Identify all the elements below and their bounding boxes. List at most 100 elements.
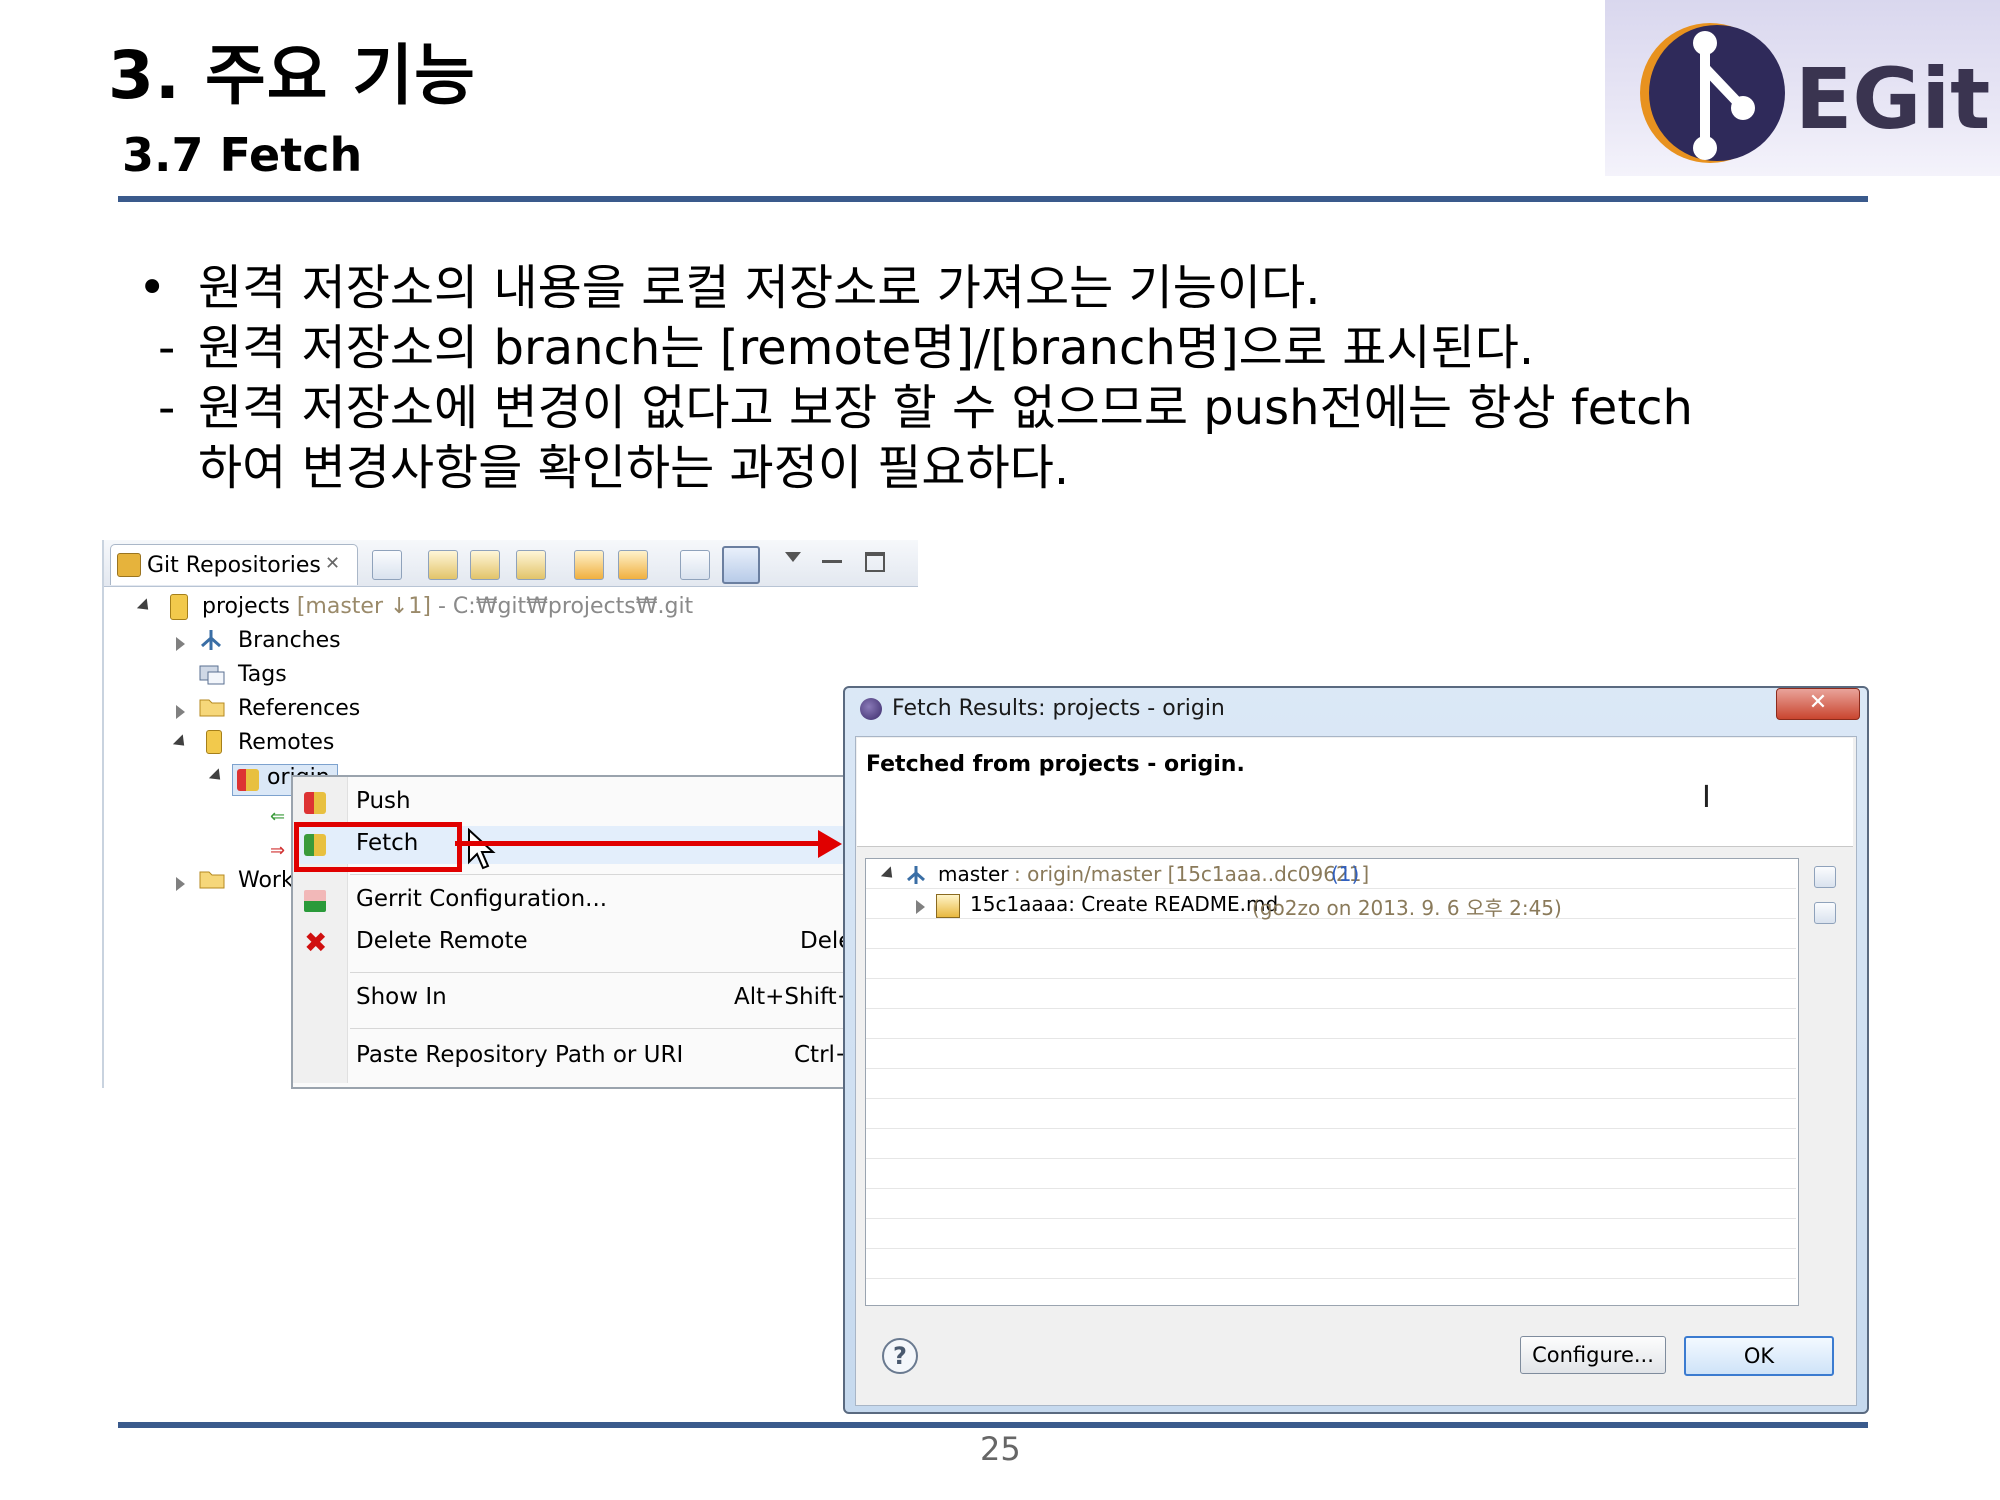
mouse-cursor-icon	[468, 828, 496, 870]
git-repositories-icon	[117, 553, 141, 577]
slide-title: 3. 주요 기능	[108, 37, 476, 114]
branch-icon	[907, 866, 925, 884]
hierarchical-layout-icon[interactable]	[680, 550, 710, 580]
fetch-results-tree[interactable]	[865, 858, 1799, 1306]
repo-branch: [master ↓1]	[296, 594, 431, 619]
expand-commit-icon[interactable]	[916, 900, 925, 914]
menu-separator	[350, 874, 848, 875]
annotation-arrow-line	[455, 841, 825, 846]
repo-name: projects	[202, 594, 290, 619]
minimize-icon[interactable]	[822, 560, 842, 563]
dialog-close-button[interactable]: ✕	[1776, 688, 1860, 720]
push-icon	[304, 792, 326, 814]
expand-all-icon[interactable]	[1814, 902, 1836, 924]
fetch-highlight-box	[294, 822, 462, 872]
tags-icon	[198, 662, 226, 686]
fetch-spec-icon: ⇐	[270, 806, 286, 827]
sub-bullet-2-line-1: 원격 저장소에 변경이 없다고 보장 할 수 없으므로 push전에는 항상 f…	[198, 380, 1693, 436]
menu-item-delete-remote[interactable]: ✖ Delete Remote Dele	[296, 926, 852, 962]
row-divider	[866, 978, 1796, 979]
row-divider	[866, 1158, 1796, 1159]
tree-row-commit[interactable]: 15c1aaaa: Create README.md (go2zo on 201…	[866, 892, 1796, 920]
menu-item-paste-path[interactable]: Paste Repository Path or URI Ctrl+	[296, 1040, 854, 1076]
expand-master-icon[interactable]	[880, 866, 898, 883]
repository-icon	[170, 594, 188, 620]
add-repository-icon[interactable]	[428, 550, 458, 580]
gerrit-label: Gerrit Configuration...	[356, 886, 608, 912]
create-repository-icon[interactable]	[516, 550, 546, 580]
view-menu-icon[interactable]	[785, 552, 801, 562]
master-detail: : origin/master [15c1aaa..dc09621]	[1014, 862, 1370, 886]
repo-path: - C:₩git₩projects₩.git	[438, 594, 694, 619]
row-divider	[866, 948, 1796, 949]
dialog-title: Fetch Results: projects - origin	[892, 696, 1225, 721]
link-with-selection-icon[interactable]	[618, 550, 648, 580]
master-count: (1)	[1331, 862, 1360, 886]
row-divider	[866, 1218, 1796, 1219]
row-divider	[866, 1098, 1796, 1099]
menu-item-gerrit[interactable]: Gerrit Configuration...	[296, 884, 849, 920]
collapse-all-icon[interactable]	[372, 550, 402, 580]
refresh-icon[interactable]	[574, 550, 604, 580]
dash-2: -	[158, 380, 176, 436]
tree-item-references[interactable]: References	[238, 696, 360, 721]
delete-icon: ✖	[304, 926, 328, 959]
folder-icon	[198, 696, 226, 718]
page-number: 25	[980, 1430, 1021, 1468]
maximize-icon[interactable]	[865, 552, 885, 572]
expand-working-icon[interactable]	[176, 877, 185, 891]
tab-close-icon[interactable]: ✕	[325, 553, 340, 574]
tree-row-master[interactable]: master : origin/master [15c1aaa..dc09621…	[866, 862, 1796, 890]
tree-item-remotes[interactable]: Remotes	[238, 730, 334, 755]
eclipse-icon	[860, 698, 882, 720]
tab-git-repositories[interactable]: Git Repositories ✕	[110, 544, 358, 585]
master-label: master	[938, 862, 1009, 886]
tree-item-working-directory[interactable]: Work	[238, 868, 294, 893]
footer-rule	[118, 1422, 1868, 1428]
menu-separator	[350, 1028, 848, 1029]
tree-item-branches[interactable]: Branches	[238, 628, 341, 653]
menu-separator	[350, 972, 848, 973]
bullet-symbol: •	[138, 260, 167, 316]
show-in-label: Show In	[356, 984, 447, 1010]
commit-icon	[936, 894, 960, 918]
row-divider	[866, 1188, 1796, 1189]
row-divider	[866, 1038, 1796, 1039]
commit-detail: (go2zo on 2013. 9. 6 오후 2:45)	[1252, 896, 1562, 920]
header-rule	[118, 196, 1868, 202]
working-folder-icon	[198, 868, 226, 890]
help-icon[interactable]: ?	[882, 1338, 918, 1374]
delete-remote-label: Delete Remote	[356, 928, 528, 954]
dash-1: -	[158, 320, 176, 376]
dialog-message: Fetched from projects - origin.	[866, 752, 1245, 777]
sub-bullet-2-line-2: 하여 변경사항을 확인하는 과정이 필요하다.	[198, 440, 1070, 496]
branches-icon	[198, 628, 224, 652]
configure-button[interactable]: Configure...	[1520, 1336, 1666, 1374]
remotes-icon	[206, 730, 222, 754]
row-divider	[866, 1008, 1796, 1009]
remote-icon	[237, 769, 259, 791]
clone-repository-icon[interactable]	[470, 550, 500, 580]
sub-bullet-1: 원격 저장소의 branch는 [remote명]/[branch명]으로 표시…	[198, 320, 1535, 376]
menu-item-push[interactable]: Push	[296, 786, 849, 822]
slide-subtitle: 3.7 Fetch	[122, 128, 363, 182]
push-label: Push	[356, 788, 411, 814]
expand-branches-icon[interactable]	[176, 637, 185, 651]
tree-item-repository[interactable]: projects [master ↓1] - C:₩git₩projects₩.…	[202, 594, 693, 619]
menu-item-show-in[interactable]: Show In Alt+Shift+\	[296, 982, 864, 1018]
ok-button[interactable]: OK	[1684, 1336, 1834, 1376]
egit-logo: EGit	[1605, 0, 2000, 176]
commit-label: 15c1aaaa: Create README.md	[970, 892, 1279, 916]
tree-item-tags[interactable]: Tags	[238, 662, 287, 687]
bullet-main: 원격 저장소의 내용을 로컬 저장소로 가져오는 기능이다.	[198, 260, 1321, 316]
row-divider	[866, 1068, 1796, 1069]
expand-references-icon[interactable]	[176, 705, 185, 719]
row-divider	[866, 1128, 1796, 1129]
paste-label: Paste Repository Path or URI	[356, 1042, 684, 1068]
show-details-toggle-icon[interactable]	[722, 546, 760, 584]
push-spec-icon: ⇒	[270, 840, 286, 861]
row-divider	[866, 1248, 1796, 1249]
text-cursor-icon: I	[1702, 780, 1711, 815]
collapse-all-icon[interactable]	[1814, 866, 1836, 888]
logo-text: EGit	[1795, 50, 1991, 148]
